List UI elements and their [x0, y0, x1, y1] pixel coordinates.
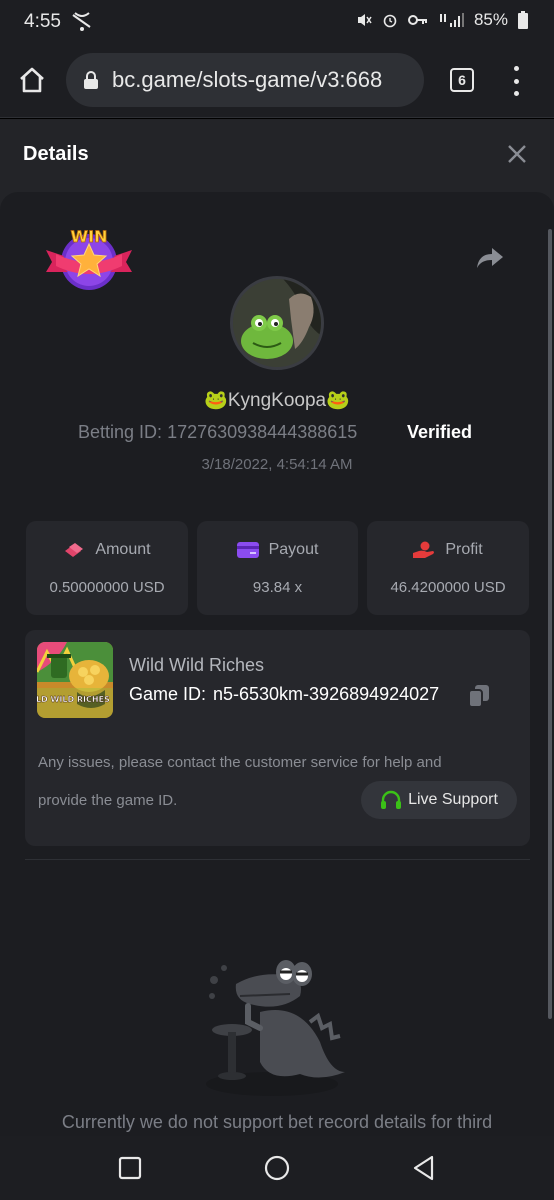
close-icon[interactable] [506, 143, 528, 165]
browser-toolbar: bc.game/slots-game/v3:668 6 [0, 44, 554, 118]
game-thumbnail-text: WILD WILD RICHES [37, 695, 110, 704]
battery-percent: 85% [473, 10, 508, 29]
profit-value: 46.4200000 USD [390, 579, 506, 596]
scrollbar[interactable] [548, 229, 552, 1019]
live-support-button[interactable]: Live Support [361, 781, 517, 819]
copy-icon[interactable] [469, 685, 489, 707]
live-support-label: Live Support [408, 791, 498, 808]
home-icon[interactable] [16, 64, 48, 96]
mute-icon [357, 14, 372, 26]
tab-switcher-button[interactable]: 6 [450, 68, 474, 92]
page-title: Details [23, 143, 89, 165]
wifi-off-icon [72, 12, 91, 31]
amount-value: 0.50000000 USD [49, 579, 165, 596]
payout-value: 93.84 x [252, 579, 303, 596]
profit-hand-icon [413, 541, 435, 558]
signal-icon [439, 13, 464, 27]
verified-link[interactable]: Verified [407, 422, 472, 443]
betting-id: Betting ID: 1727630938444388615 [78, 422, 357, 443]
bet-timestamp: 3/18/2022, 4:54:14 AM [201, 456, 353, 473]
avatar [230, 276, 324, 370]
url-text[interactable]: bc.game/slots-game/v3:668 [112, 67, 382, 93]
game-info-box: WILD WILD RICHES Wild Wild Riches Game I… [25, 630, 530, 846]
headset-icon [381, 790, 402, 809]
profit-label: Profit [445, 541, 483, 558]
betting-id-label: Betting ID: [78, 422, 163, 442]
home-nav-icon[interactable] [263, 1154, 291, 1182]
payout-card-icon [236, 542, 259, 558]
game-name[interactable]: Wild Wild Riches [129, 655, 264, 676]
amount-tile: Amount 0.50000000 USD [26, 521, 188, 615]
username: 🐸KyngKoopa🐸 [204, 390, 350, 411]
unsupported-notice: Currently we do not support bet record d… [61, 1112, 493, 1132]
status-icons: 85% [356, 10, 528, 30]
profit-tile: Profit 46.4200000 USD [367, 521, 529, 615]
amount-icon [65, 543, 84, 557]
payout-tile: Payout 93.84 x [197, 521, 358, 615]
bet-details-card: WIN 🐸KyngKoopa🐸 Betting ID: 172763093844… [0, 192, 554, 1136]
game-id-value: n5-6530km-3926894924027 [213, 684, 440, 704]
divider [25, 859, 530, 860]
status-time: 4:55 [24, 11, 61, 32]
recents-icon[interactable] [116, 1154, 144, 1182]
share-icon[interactable] [476, 246, 504, 270]
address-bar[interactable]: bc.game/slots-game/v3:668 [66, 53, 424, 107]
betting-id-value: 1727630938444388615 [167, 422, 358, 442]
payout-label: Payout [268, 541, 319, 558]
details-page: Details WIN 🐸KyngKoopa🐸 Betting ID: 1727… [0, 119, 554, 1136]
battery-icon [518, 11, 528, 29]
lock-icon [84, 71, 98, 89]
game-thumbnail[interactable]: WILD WILD RICHES [37, 642, 113, 718]
issues-text-line1: Any issues, please contact the customer … [38, 754, 442, 771]
back-icon[interactable] [410, 1154, 438, 1182]
game-id-label: Game ID: [129, 684, 207, 704]
amount-label: Amount [95, 541, 151, 558]
alarm-icon [383, 14, 397, 28]
win-badge-text: WIN [71, 227, 108, 246]
crocodile-illustration [206, 960, 345, 1096]
key-icon [407, 15, 427, 25]
status-bar: 4:55 85% [0, 0, 554, 44]
browser-menu-icon[interactable] [510, 66, 522, 96]
android-nav-bar [0, 1136, 554, 1200]
win-badge: WIN [46, 227, 132, 290]
issues-text-line2: provide the game ID. [38, 792, 178, 809]
